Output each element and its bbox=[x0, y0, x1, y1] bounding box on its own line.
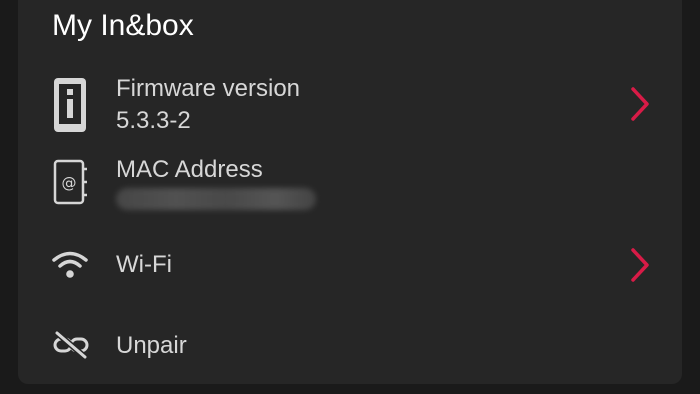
info-icon bbox=[52, 76, 88, 139]
svg-text:@: @ bbox=[62, 174, 77, 192]
address-book-icon: @ bbox=[52, 158, 88, 211]
page-title: My In&box bbox=[52, 9, 194, 42]
unlink-icon bbox=[52, 330, 90, 365]
unpair-item[interactable]: Unpair bbox=[18, 320, 682, 374]
firmware-version-label: Firmware version bbox=[116, 75, 301, 102]
settings-card: My In&box Firmware version 5.3.3-2 @ MAC… bbox=[18, 0, 682, 384]
wifi-icon bbox=[52, 250, 88, 285]
unpair-label: Unpair bbox=[116, 332, 187, 359]
firmware-version-value: 5.3.3-2 bbox=[116, 107, 191, 134]
chevron-right-icon bbox=[630, 247, 650, 288]
mac-address-value-redacted bbox=[116, 188, 316, 210]
firmware-version-item[interactable]: Firmware version 5.3.3-2 bbox=[18, 70, 682, 140]
chevron-right-icon bbox=[630, 86, 650, 127]
mac-address-item: @ MAC Address bbox=[18, 152, 682, 222]
wifi-item[interactable]: Wi-Fi bbox=[18, 236, 682, 296]
mac-address-label: MAC Address bbox=[116, 156, 263, 183]
wifi-label: Wi-Fi bbox=[116, 251, 172, 278]
